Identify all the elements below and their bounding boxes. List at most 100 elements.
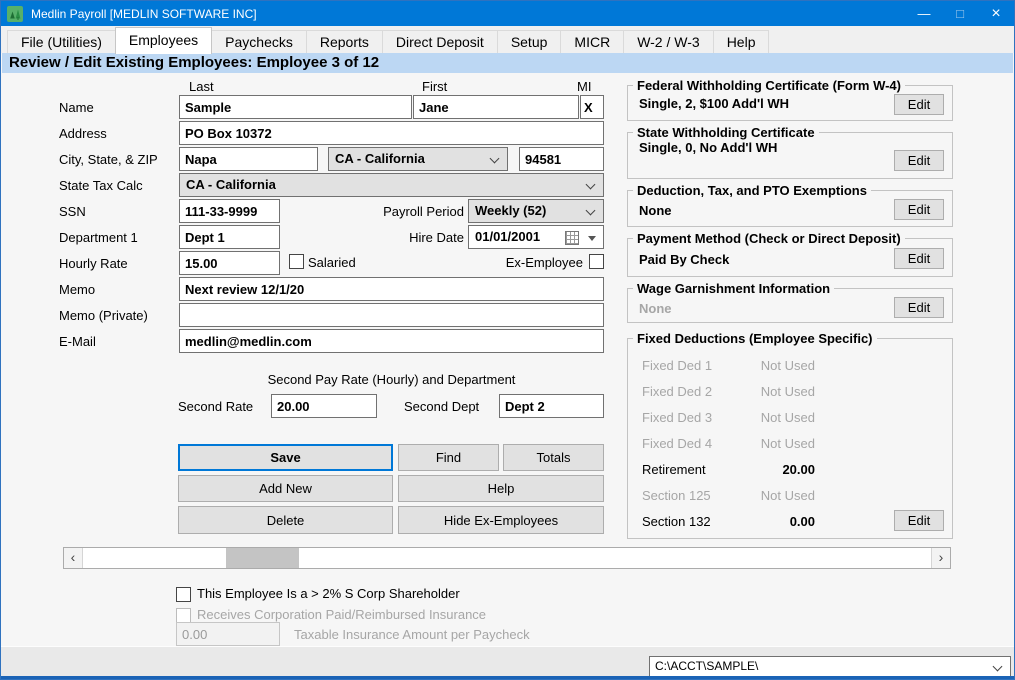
title-bar: Medlin Payroll [MEDLIN SOFTWARE INC] — □… <box>1 1 1014 26</box>
tab-paychecks[interactable]: Paychecks <box>211 30 307 54</box>
address-label: Address <box>59 126 107 141</box>
insurance-amount-label: Taxable Insurance Amount per Paycheck <box>294 627 530 642</box>
first-name-field[interactable] <box>413 95 579 119</box>
fixed-deductions-panel: Fixed Deductions (Employee Specific) Fix… <box>627 338 953 539</box>
col-header-last: Last <box>189 79 214 94</box>
exemptions-panel: Deduction, Tax, and PTO Exemptions None … <box>627 190 953 227</box>
tab-reports[interactable]: Reports <box>306 30 383 54</box>
chevron-down-icon <box>490 154 500 164</box>
hide-ex-employees-button[interactable]: Hide Ex-Employees <box>398 506 604 534</box>
email-field[interactable] <box>179 329 604 353</box>
state-tax-calc-value: CA - California <box>186 177 276 192</box>
s-corp-label: This Employee Is a > 2% S Corp Sharehold… <box>197 586 460 601</box>
fixed-ded-3-value: Not Used <box>723 410 815 425</box>
tab-direct-deposit[interactable]: Direct Deposit <box>382 30 498 54</box>
payroll-period-label: Payroll Period <box>349 204 464 219</box>
section-125-label: Section 125 <box>642 488 711 503</box>
chevron-down-icon <box>993 662 1003 672</box>
department1-label: Department 1 <box>59 230 138 245</box>
second-pay-section-title: Second Pay Rate (Hourly) and Department <box>179 372 604 387</box>
state-withholding-title: State Withholding Certificate <box>633 125 819 140</box>
hire-date-label: Hire Date <box>349 230 464 245</box>
hire-date-picker[interactable]: 01/01/2001 <box>468 225 604 249</box>
tab-bar: File (Utilities) Employees Paychecks Rep… <box>1 26 1014 53</box>
zip-field[interactable] <box>519 147 604 171</box>
fixed-ded-1-value: Not Used <box>723 358 815 373</box>
data-path-value: C:\ACCT\SAMPLE\ <box>655 659 758 673</box>
tab-employees[interactable]: Employees <box>115 27 212 54</box>
second-dept-label: Second Dept <box>404 399 479 414</box>
exemptions-edit-button[interactable]: Edit <box>894 199 944 220</box>
middle-initial-field[interactable] <box>580 95 604 119</box>
hourly-rate-field[interactable] <box>179 251 280 275</box>
scroll-right-icon[interactable]: › <box>931 548 950 568</box>
fixed-ded-2-label: Fixed Ded 2 <box>642 384 712 399</box>
salaried-label: Salaried <box>308 255 356 270</box>
state-tax-calc-select[interactable]: CA - California <box>179 173 604 197</box>
calendar-icon <box>565 231 579 245</box>
chevron-down-icon <box>586 206 596 216</box>
data-path-select[interactable]: C:\ACCT\SAMPLE\ <box>649 656 1011 677</box>
scrollbar-thumb[interactable] <box>226 548 299 568</box>
memo-label: Memo <box>59 282 95 297</box>
section-132-value: 0.00 <box>723 514 815 529</box>
col-header-mi: MI <box>577 79 591 94</box>
page-title: Review / Edit Existing Employees: Employ… <box>2 53 1013 73</box>
exemptions-value: None <box>639 203 672 218</box>
tab-w2-w3[interactable]: W-2 / W-3 <box>623 30 714 54</box>
state-select-value: CA - California <box>335 151 425 166</box>
payment-method-value: Paid By Check <box>639 252 729 267</box>
exemptions-title: Deduction, Tax, and PTO Exemptions <box>633 183 871 198</box>
save-button[interactable]: Save <box>178 444 393 471</box>
city-field[interactable] <box>179 147 318 171</box>
memo-private-label: Memo (Private) <box>59 308 148 323</box>
hourly-rate-label: Hourly Rate <box>59 256 128 271</box>
find-button[interactable]: Find <box>398 444 499 471</box>
second-rate-field[interactable] <box>271 394 377 418</box>
fixed-ded-1-label: Fixed Ded 1 <box>642 358 712 373</box>
payroll-period-value: Weekly (52) <box>475 203 546 218</box>
memo-private-field[interactable] <box>179 303 604 327</box>
tab-help[interactable]: Help <box>713 30 770 54</box>
federal-withholding-edit-button[interactable]: Edit <box>894 94 944 115</box>
close-icon[interactable]: × <box>978 1 1014 26</box>
state-tax-calc-label: State Tax Calc <box>59 178 143 193</box>
memo-field[interactable] <box>179 277 604 301</box>
totals-button[interactable]: Totals <box>503 444 604 471</box>
wage-garnishment-edit-button[interactable]: Edit <box>894 297 944 318</box>
federal-withholding-value: Single, 2, $100 Add'l WH <box>639 96 789 111</box>
maximize-icon[interactable]: □ <box>942 1 978 26</box>
payroll-period-select[interactable]: Weekly (52) <box>468 199 604 223</box>
horizontal-scrollbar[interactable]: ‹ › <box>63 547 951 569</box>
tab-setup[interactable]: Setup <box>497 30 562 54</box>
ssn-label: SSN <box>59 204 86 219</box>
add-new-button[interactable]: Add New <box>178 475 393 502</box>
delete-button[interactable]: Delete <box>178 506 393 534</box>
wage-garnishment-panel: Wage Garnishment Information None Edit <box>627 288 953 323</box>
last-name-field[interactable] <box>179 95 412 119</box>
address-field[interactable] <box>179 121 604 145</box>
department1-field[interactable] <box>179 225 280 249</box>
wage-garnishment-value: None <box>639 301 672 316</box>
help-button[interactable]: Help <box>398 475 604 502</box>
payment-method-panel: Payment Method (Check or Direct Deposit)… <box>627 238 953 277</box>
state-withholding-edit-button[interactable]: Edit <box>894 150 944 171</box>
insurance-amount-field <box>176 622 280 646</box>
ssn-field[interactable] <box>179 199 280 223</box>
s-corp-checkbox[interactable] <box>176 587 191 602</box>
tab-micr[interactable]: MICR <box>560 30 624 54</box>
tab-file-utilities[interactable]: File (Utilities) <box>7 30 116 54</box>
payment-method-edit-button[interactable]: Edit <box>894 248 944 269</box>
state-select[interactable]: CA - California <box>328 147 508 171</box>
second-dept-field[interactable] <box>499 394 604 418</box>
dropdown-arrow-icon <box>588 236 596 241</box>
city-state-zip-label: City, State, & ZIP <box>59 152 158 167</box>
scroll-left-icon[interactable]: ‹ <box>64 548 83 568</box>
salaried-checkbox[interactable] <box>289 254 304 269</box>
minimize-icon[interactable]: — <box>906 1 942 26</box>
fixed-ded-2-value: Not Used <box>723 384 815 399</box>
ex-employee-label: Ex-Employee <box>441 255 583 270</box>
fixed-deductions-edit-button[interactable]: Edit <box>894 510 944 531</box>
ex-employee-checkbox[interactable] <box>589 254 604 269</box>
insurance-label: Receives Corporation Paid/Reimbursed Ins… <box>197 607 486 622</box>
